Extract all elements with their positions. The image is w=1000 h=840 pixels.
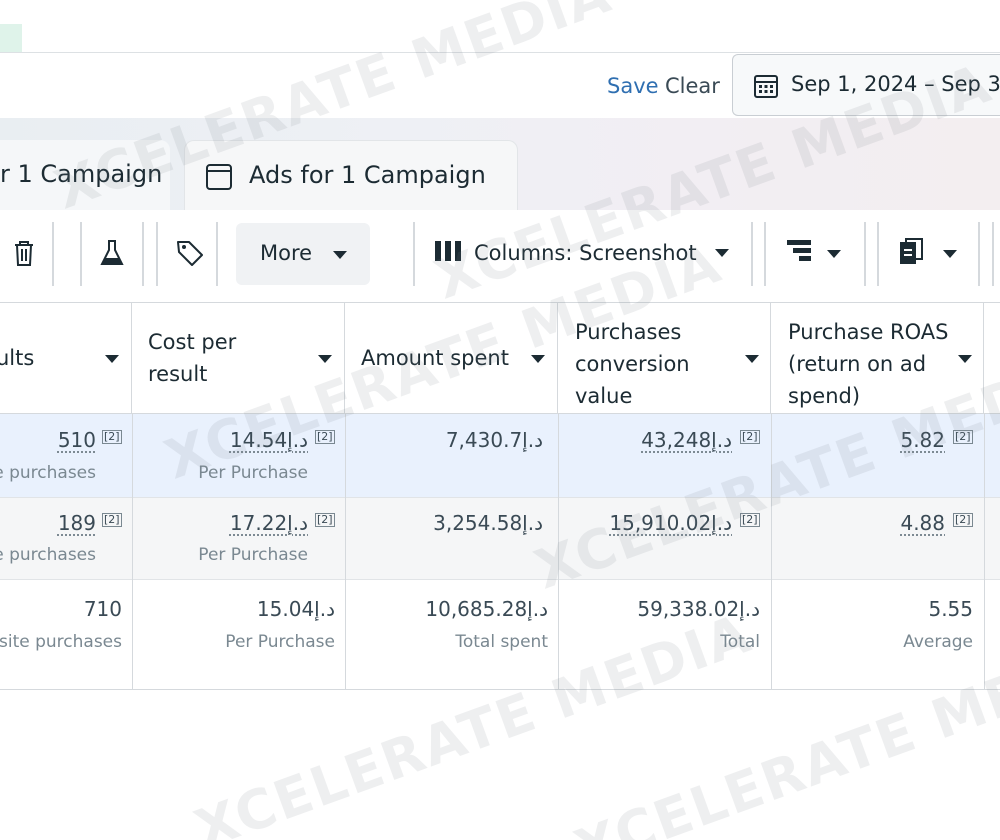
total-conversion-value: 59,338.02د.إ [637, 597, 760, 621]
tab-ads[interactable]: Ads for 1 Campaign [184, 140, 518, 210]
date-range-label: Sep 1, 2024 – Sep 30 [791, 72, 1000, 96]
conversion-value[interactable]: 15,910.02د.إ [609, 511, 732, 535]
tab-ads-label: Ads for 1 Campaign [249, 161, 486, 189]
caret-down-icon [715, 249, 729, 257]
results-type: e purchases [0, 545, 96, 565]
footnote-marker: [2] [953, 430, 973, 444]
footnote-marker: [2] [102, 513, 122, 527]
footnote-marker: [2] [740, 513, 760, 527]
sort-caret-icon [318, 355, 332, 363]
toolbar-divider [764, 222, 766, 286]
caret-down-icon[interactable] [942, 249, 958, 259]
toolbar-divider [80, 222, 82, 286]
clear-button[interactable]: Clear [665, 74, 720, 98]
toolbar-divider [156, 222, 158, 286]
results-type: e purchases [0, 463, 96, 483]
total-results-type: osite purchases [0, 632, 122, 652]
tag-icon[interactable] [175, 238, 205, 268]
total-conversion-value-label: Total [720, 632, 760, 652]
ad-icon [206, 164, 232, 190]
column-header-purchases-conversion-value[interactable]: Purchases conversion value [558, 302, 771, 414]
column-header-cost-per-result[interactable]: Cost per result [132, 302, 345, 414]
footnote-marker: [2] [315, 430, 335, 444]
breakdown-icon[interactable] [786, 238, 812, 264]
total-cost-per-result-type: Per Purchase [225, 632, 335, 652]
total-amount-spent-label: Total spent [455, 632, 548, 652]
columns-icon [435, 241, 461, 261]
sort-caret-icon [745, 355, 759, 363]
column-divider [771, 414, 772, 690]
toolbar-divider [216, 222, 218, 286]
toolbar-divider [877, 222, 879, 286]
amount-spent-value: 7,430.7د.إ [445, 428, 543, 452]
total-amount-spent: 10,685.28د.إ [425, 597, 548, 621]
cost-per-result-value[interactable]: 14.54د.إ [230, 428, 308, 452]
results-value[interactable]: 189 [58, 511, 96, 535]
roas-value[interactable]: 4.88 [900, 511, 945, 535]
column-header-purchase-roas[interactable]: Purchase ROAS (return on ad spend) [771, 302, 984, 414]
caret-down-icon[interactable] [826, 249, 842, 259]
roas-value[interactable]: 5.82 [900, 428, 945, 452]
more-button[interactable]: More [236, 223, 370, 285]
reports-icon[interactable] [898, 238, 924, 266]
footnote-marker: [2] [740, 430, 760, 444]
cost-per-result-type: Per Purchase [198, 545, 308, 565]
column-header-results[interactable]: ults [0, 302, 132, 414]
tab-campaigns-label: r 1 Campaign [0, 160, 163, 188]
table-row[interactable] [0, 414, 1000, 498]
more-label: More [260, 241, 313, 265]
column-divider [132, 414, 133, 690]
toolbar-divider [52, 222, 54, 286]
save-button[interactable]: Save [607, 74, 659, 98]
account-chip [0, 24, 22, 52]
sort-caret-icon [958, 355, 972, 363]
date-range-picker[interactable]: Sep 1, 2024 – Sep 30 [732, 54, 1000, 116]
toolbar-divider [142, 222, 144, 286]
column-divider [558, 414, 559, 690]
sort-caret-icon [531, 355, 545, 363]
toolbar-divider [413, 222, 415, 286]
footnote-marker: [2] [953, 513, 973, 527]
column-header-amount-spent[interactable]: Amount spent [345, 302, 558, 414]
total-cost-per-result: 15.04د.إ [256, 597, 335, 621]
toolbar-divider [978, 222, 980, 286]
column-divider [984, 414, 985, 690]
caret-down-icon [333, 251, 347, 259]
column-divider [345, 414, 346, 690]
calendar-icon [754, 75, 778, 98]
sort-caret-icon [105, 355, 119, 363]
footnote-marker: [2] [102, 430, 122, 444]
average-roas-value: 5.55 [928, 597, 973, 621]
average-roas-label: Average [903, 632, 973, 652]
cost-per-result-value[interactable]: 17.22د.إ [230, 511, 308, 535]
trash-icon[interactable] [12, 238, 36, 268]
toolbar-divider [992, 222, 994, 286]
toolbar-divider [751, 222, 753, 286]
total-results-value: 710 [83, 597, 122, 621]
cost-per-result-type: Per Purchase [198, 463, 308, 483]
flask-icon[interactable] [99, 238, 125, 268]
tab-campaigns[interactable]: r 1 Campaign [0, 140, 170, 210]
conversion-value[interactable]: 43,248د.إ [641, 428, 732, 452]
results-value[interactable]: 510 [58, 428, 96, 452]
amount-spent-value: 3,254.58د.إ [433, 511, 543, 535]
footnote-marker: [2] [315, 513, 335, 527]
columns-label: Columns: Screenshot [474, 241, 697, 265]
toolbar-divider [864, 222, 866, 286]
